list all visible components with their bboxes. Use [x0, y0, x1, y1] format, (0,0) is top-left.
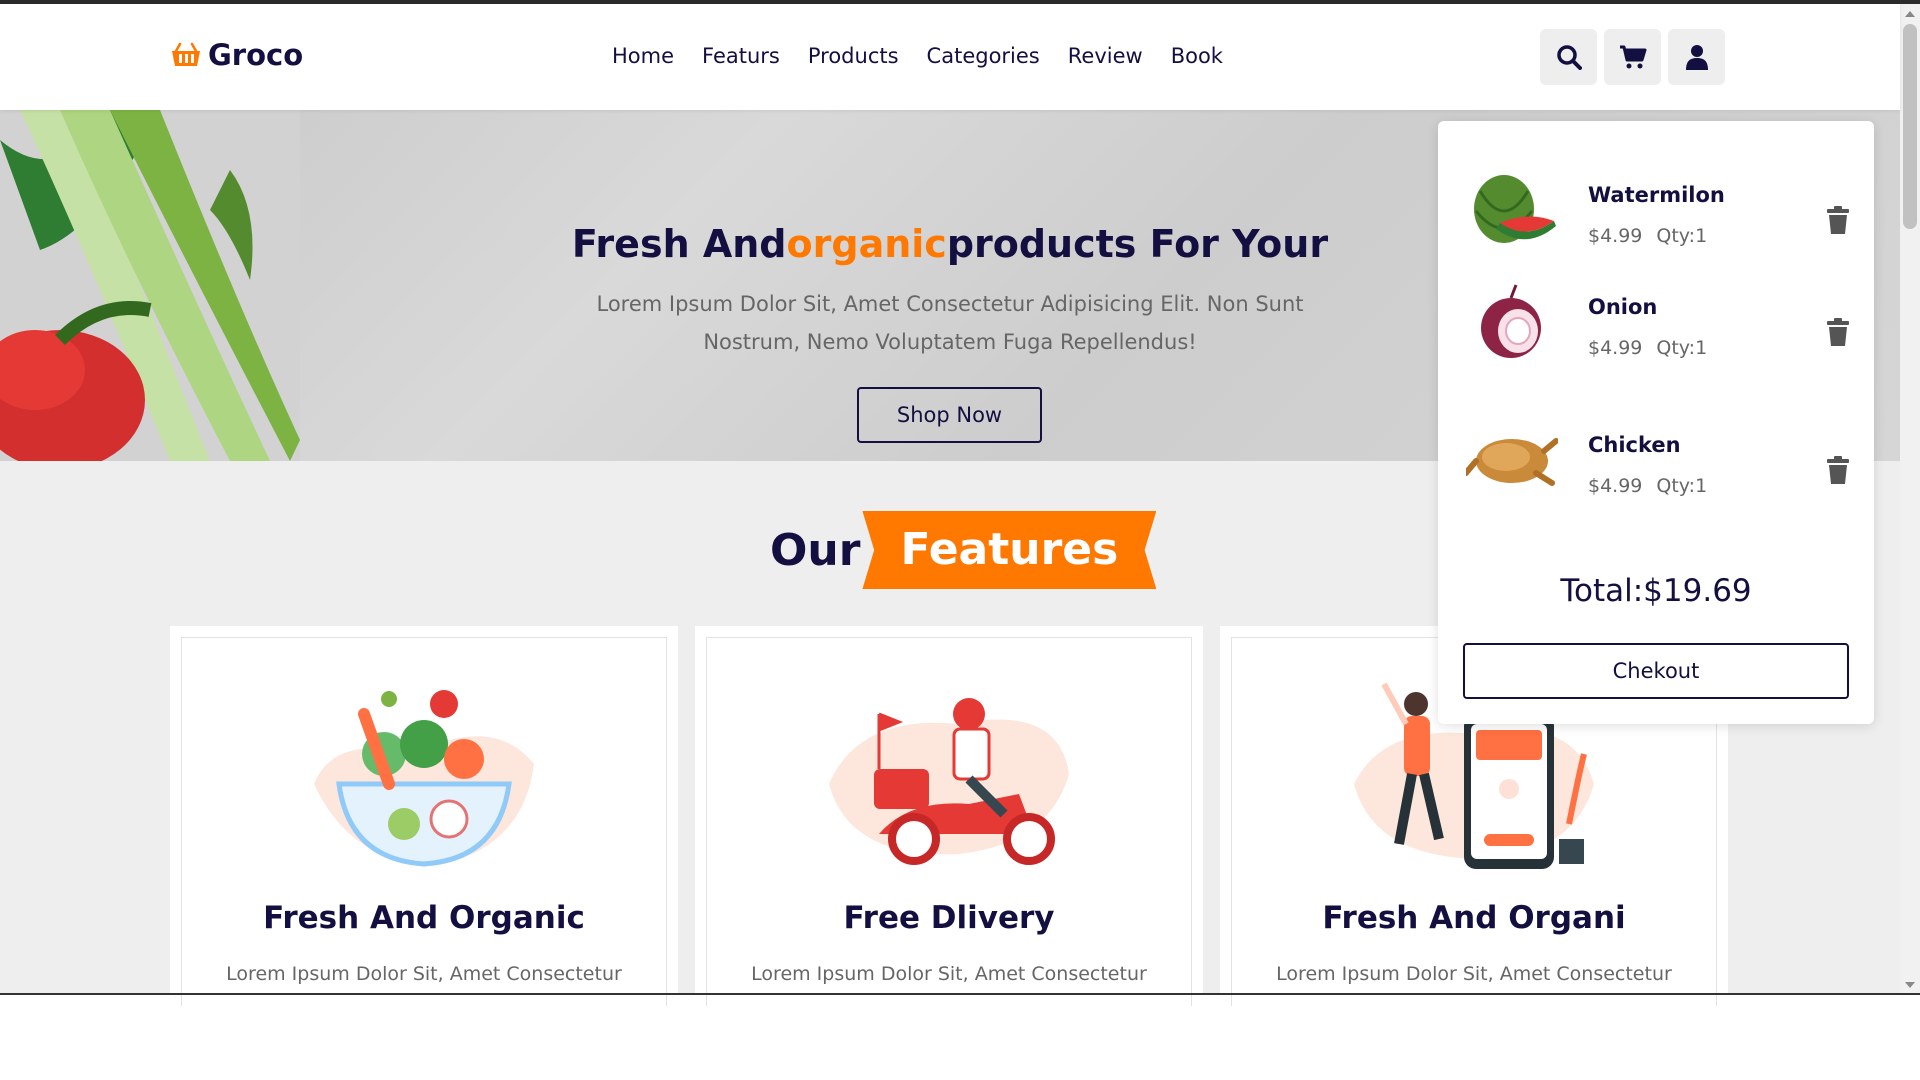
- nav-home[interactable]: Home: [612, 44, 674, 68]
- delivery-scooter-image: [829, 698, 1069, 865]
- main-nav: Home Featurs Products Categories Review …: [612, 44, 1223, 68]
- feature-text: Lorem Ipsum Dolor Sit, Amet Consectetur: [1276, 963, 1672, 985]
- cart-item-name: Onion: [1588, 295, 1658, 319]
- salad-bowl-image: [314, 690, 534, 867]
- page-scrollbar[interactable]: [1900, 4, 1920, 995]
- nav-products[interactable]: Products: [808, 44, 899, 68]
- scroll-thumb[interactable]: [1903, 24, 1917, 229]
- shopping-cart-panel: Watermilon $4.99 Qty:1 Onion $4.99 Qty:1 C…: [1438, 121, 1874, 724]
- cart-item-price: $4.99: [1588, 225, 1643, 247]
- nav-categories[interactable]: Categories: [927, 44, 1040, 68]
- cart-icon: [1619, 45, 1646, 69]
- cart-item-qty: Qty:1: [1656, 337, 1708, 359]
- basket-icon: [170, 40, 204, 70]
- hero-title-accent: organic: [786, 222, 947, 266]
- user-button[interactable]: [1668, 29, 1725, 85]
- feature-text: Lorem Ipsum Dolor Sit, Amet Consectetur: [751, 963, 1147, 985]
- viewport-bottom-border: [0, 993, 1920, 995]
- heading-our: Our: [770, 524, 861, 576]
- header-icons: [1540, 29, 1725, 85]
- cart-item-price: $4.99: [1588, 337, 1643, 359]
- cart-item: Onion $4.99 Qty:1: [1466, 273, 1856, 373]
- features-heading: Our Features: [770, 511, 1157, 589]
- shop-now-button[interactable]: Shop Now: [857, 387, 1042, 443]
- search-button[interactable]: [1540, 29, 1597, 85]
- feature-title: Fresh And Organic: [263, 900, 585, 936]
- cart-item-qty: Qty:1: [1656, 475, 1708, 497]
- checkout-button[interactable]: Chekout: [1463, 643, 1849, 699]
- hero-title-part1: Fresh And: [571, 222, 787, 266]
- cart-item-price: $4.99: [1588, 475, 1643, 497]
- heading-features-tag: Features: [862, 511, 1157, 589]
- feature-title: Free Dlivery: [843, 900, 1055, 936]
- cart-total: Total:$19.69: [1560, 573, 1752, 609]
- cart-item-meta: $4.99 Qty:1: [1588, 337, 1707, 359]
- feature-text: Lorem Ipsum Dolor Sit, Amet Consectetur: [226, 963, 622, 985]
- logo[interactable]: Groco: [170, 38, 303, 72]
- trash-icon[interactable]: [1826, 456, 1850, 484]
- feature-card: Fresh And Organic Lorem Ipsum Dolor Sit,…: [170, 626, 678, 1006]
- user-icon: [1685, 45, 1708, 70]
- chicken-image: [1466, 438, 1558, 486]
- scroll-up-arrow[interactable]: [1905, 11, 1915, 17]
- cart-item-name: Watermilon: [1588, 183, 1725, 207]
- feature-title: Fresh And Organi: [1322, 900, 1626, 936]
- trash-icon[interactable]: [1826, 318, 1850, 346]
- trash-icon[interactable]: [1826, 206, 1850, 234]
- hero-title-part2: products For Your: [946, 222, 1329, 266]
- logo-text: Groco: [208, 38, 304, 72]
- site-header: Groco Home Featurs Products Categories R…: [0, 4, 1900, 110]
- cart-item-meta: $4.99 Qty:1: [1588, 475, 1707, 497]
- nav-features[interactable]: Featurs: [702, 44, 780, 68]
- hero-text: Lorem Ipsum Dolor Sit, Amet Consectetur …: [596, 292, 1304, 354]
- watermelon-image: [1474, 175, 1556, 243]
- nav-book[interactable]: Book: [1171, 44, 1223, 68]
- cart-item: Chicken $4.99 Qty:1: [1466, 411, 1856, 511]
- feature-card-inner: Fresh And Organic Lorem Ipsum Dolor Sit,…: [181, 637, 667, 1006]
- cart-item-meta: $4.99 Qty:1: [1588, 225, 1707, 247]
- feature-card: Free Dlivery Lorem Ipsum Dolor Sit, Amet…: [695, 626, 1203, 1006]
- vegetables-image: [0, 110, 300, 461]
- feature-card-inner: Free Dlivery Lorem Ipsum Dolor Sit, Amet…: [706, 637, 1192, 1006]
- onion-image: [1481, 284, 1541, 358]
- nav-review[interactable]: Review: [1068, 44, 1143, 68]
- cart-item-qty: Qty:1: [1656, 225, 1708, 247]
- cart-button[interactable]: [1604, 29, 1661, 85]
- cart-item-name: Chicken: [1588, 433, 1681, 457]
- scroll-down-arrow[interactable]: [1905, 982, 1915, 988]
- search-icon: [1556, 45, 1582, 70]
- cart-item: Watermilon $4.99 Qty:1: [1466, 161, 1856, 261]
